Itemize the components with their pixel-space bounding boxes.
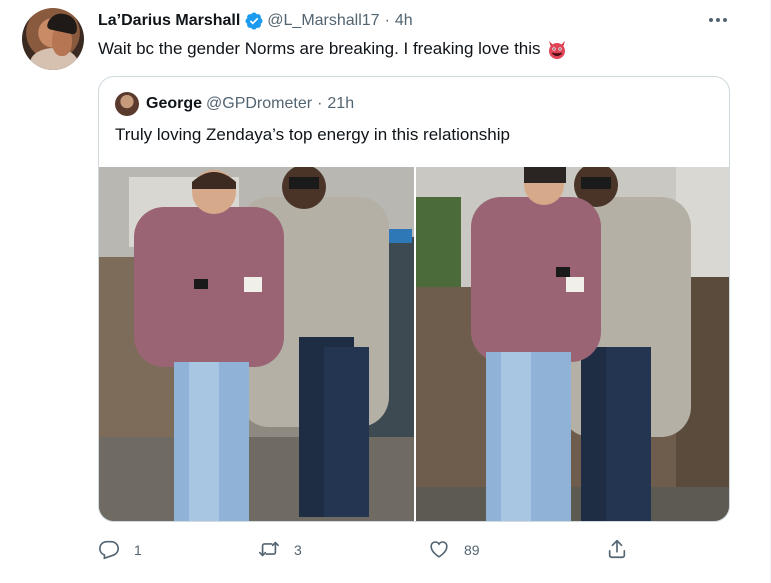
quoted-tweet-text: Truly loving Zendaya’s top energy in thi…: [115, 125, 510, 144]
photo-grid: [99, 167, 729, 521]
tweet[interactable]: La’Darius Marshall @L_Marshall17 · 4h Wa…: [0, 0, 771, 583]
photo-1[interactable]: [99, 167, 414, 521]
separator-dot: ·: [384, 12, 390, 29]
quoted-author-avatar[interactable]: [115, 92, 139, 116]
quoted-tweet-time[interactable]: 21h: [327, 94, 354, 114]
photo-2[interactable]: [416, 167, 729, 521]
quoted-tweet[interactable]: George @GPDrometer · 21h Truly loving Ze…: [98, 76, 730, 522]
like-count: 89: [464, 542, 480, 558]
tweet-time[interactable]: 4h: [395, 11, 413, 31]
share-icon: [606, 538, 628, 563]
like-button[interactable]: 89: [428, 538, 480, 562]
avatar-cap: [46, 11, 80, 35]
tweet-actions: 1 3 89: [98, 538, 658, 562]
tweet-body: Wait bc the gender Norms are breaking. I…: [98, 38, 568, 60]
quoted-author-handle[interactable]: @GPDrometer: [206, 94, 312, 114]
tweet-text: Wait bc the gender Norms are breaking. I…: [98, 39, 541, 58]
reply-button[interactable]: 1: [98, 538, 142, 562]
verified-badge-icon: [244, 11, 264, 31]
quoted-tweet-header: George @GPDrometer · 21h: [146, 94, 354, 114]
share-button[interactable]: [606, 538, 628, 562]
quoted-author-name[interactable]: George: [146, 94, 202, 114]
retweet-count: 3: [294, 542, 302, 558]
reply-count: 1: [134, 542, 142, 558]
more-options-icon[interactable]: [706, 8, 730, 32]
reply-icon: [98, 538, 120, 563]
author-avatar[interactable]: [22, 8, 84, 70]
retweet-icon: [258, 538, 280, 563]
author-handle[interactable]: @L_Marshall17: [267, 11, 379, 31]
devil-face-emoji: [546, 38, 568, 60]
retweet-button[interactable]: 3: [258, 538, 302, 562]
tweet-header: La’Darius Marshall @L_Marshall17 · 4h: [98, 11, 413, 31]
separator-dot: ·: [317, 95, 323, 112]
author-name[interactable]: La’Darius Marshall: [98, 11, 240, 31]
heart-icon: [428, 538, 450, 563]
